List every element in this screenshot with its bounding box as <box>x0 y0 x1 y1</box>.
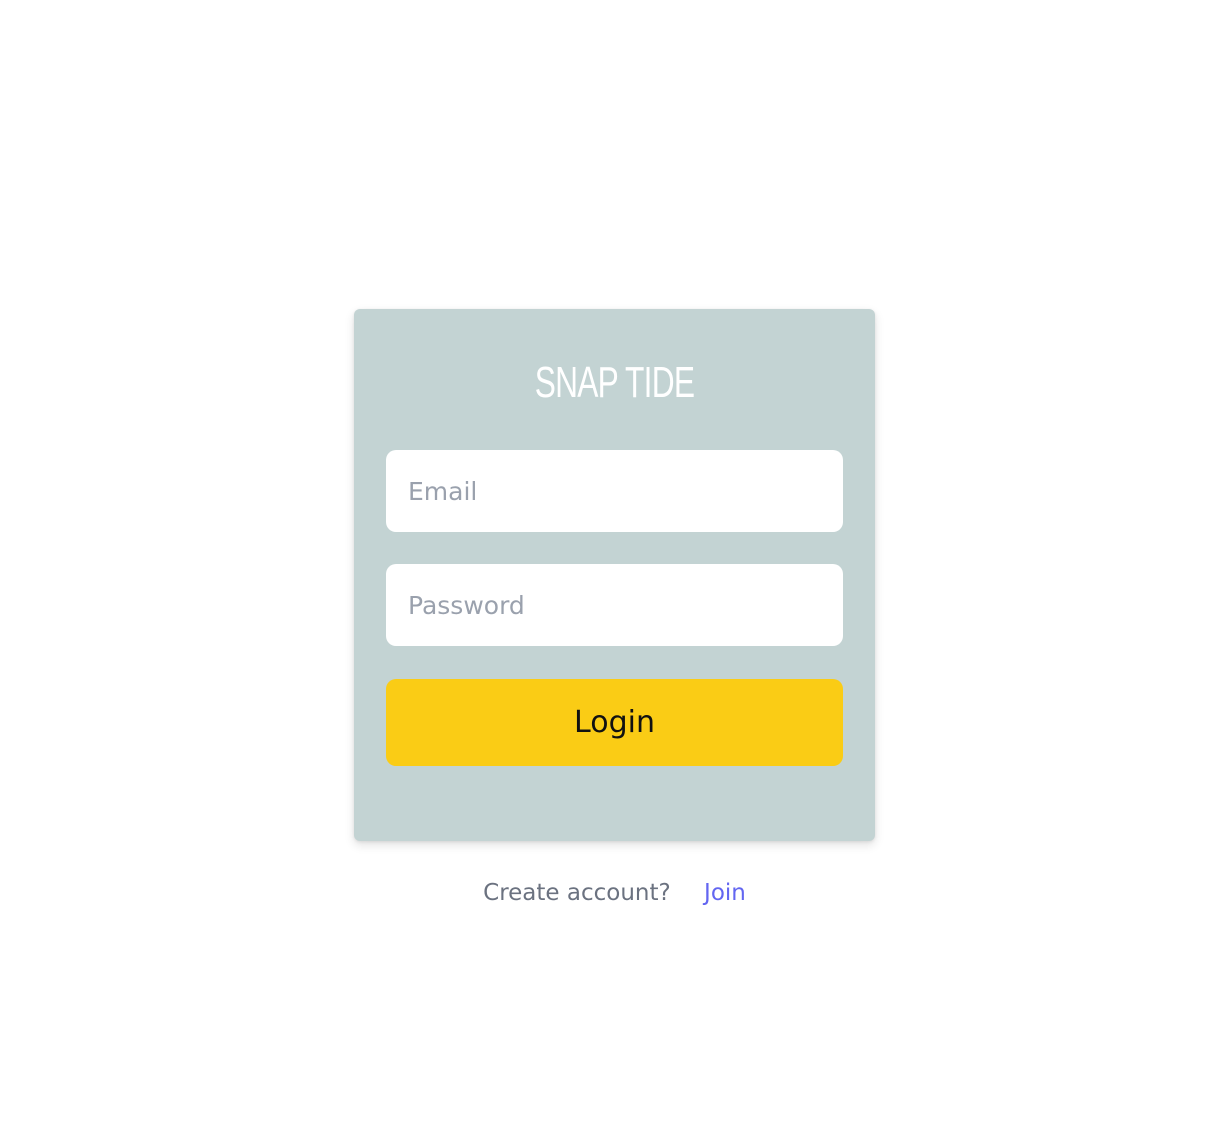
join-link[interactable]: Join <box>704 880 746 906</box>
password-field[interactable] <box>386 564 843 646</box>
login-button[interactable]: Login <box>386 679 843 766</box>
brand-title: SNAP TIDE <box>534 358 695 407</box>
signup-prompt: Create account? <box>483 880 671 906</box>
email-field[interactable] <box>386 450 843 532</box>
signup-row: Create account? Join <box>0 876 1229 910</box>
login-card: SNAP TIDE Login <box>354 309 875 841</box>
